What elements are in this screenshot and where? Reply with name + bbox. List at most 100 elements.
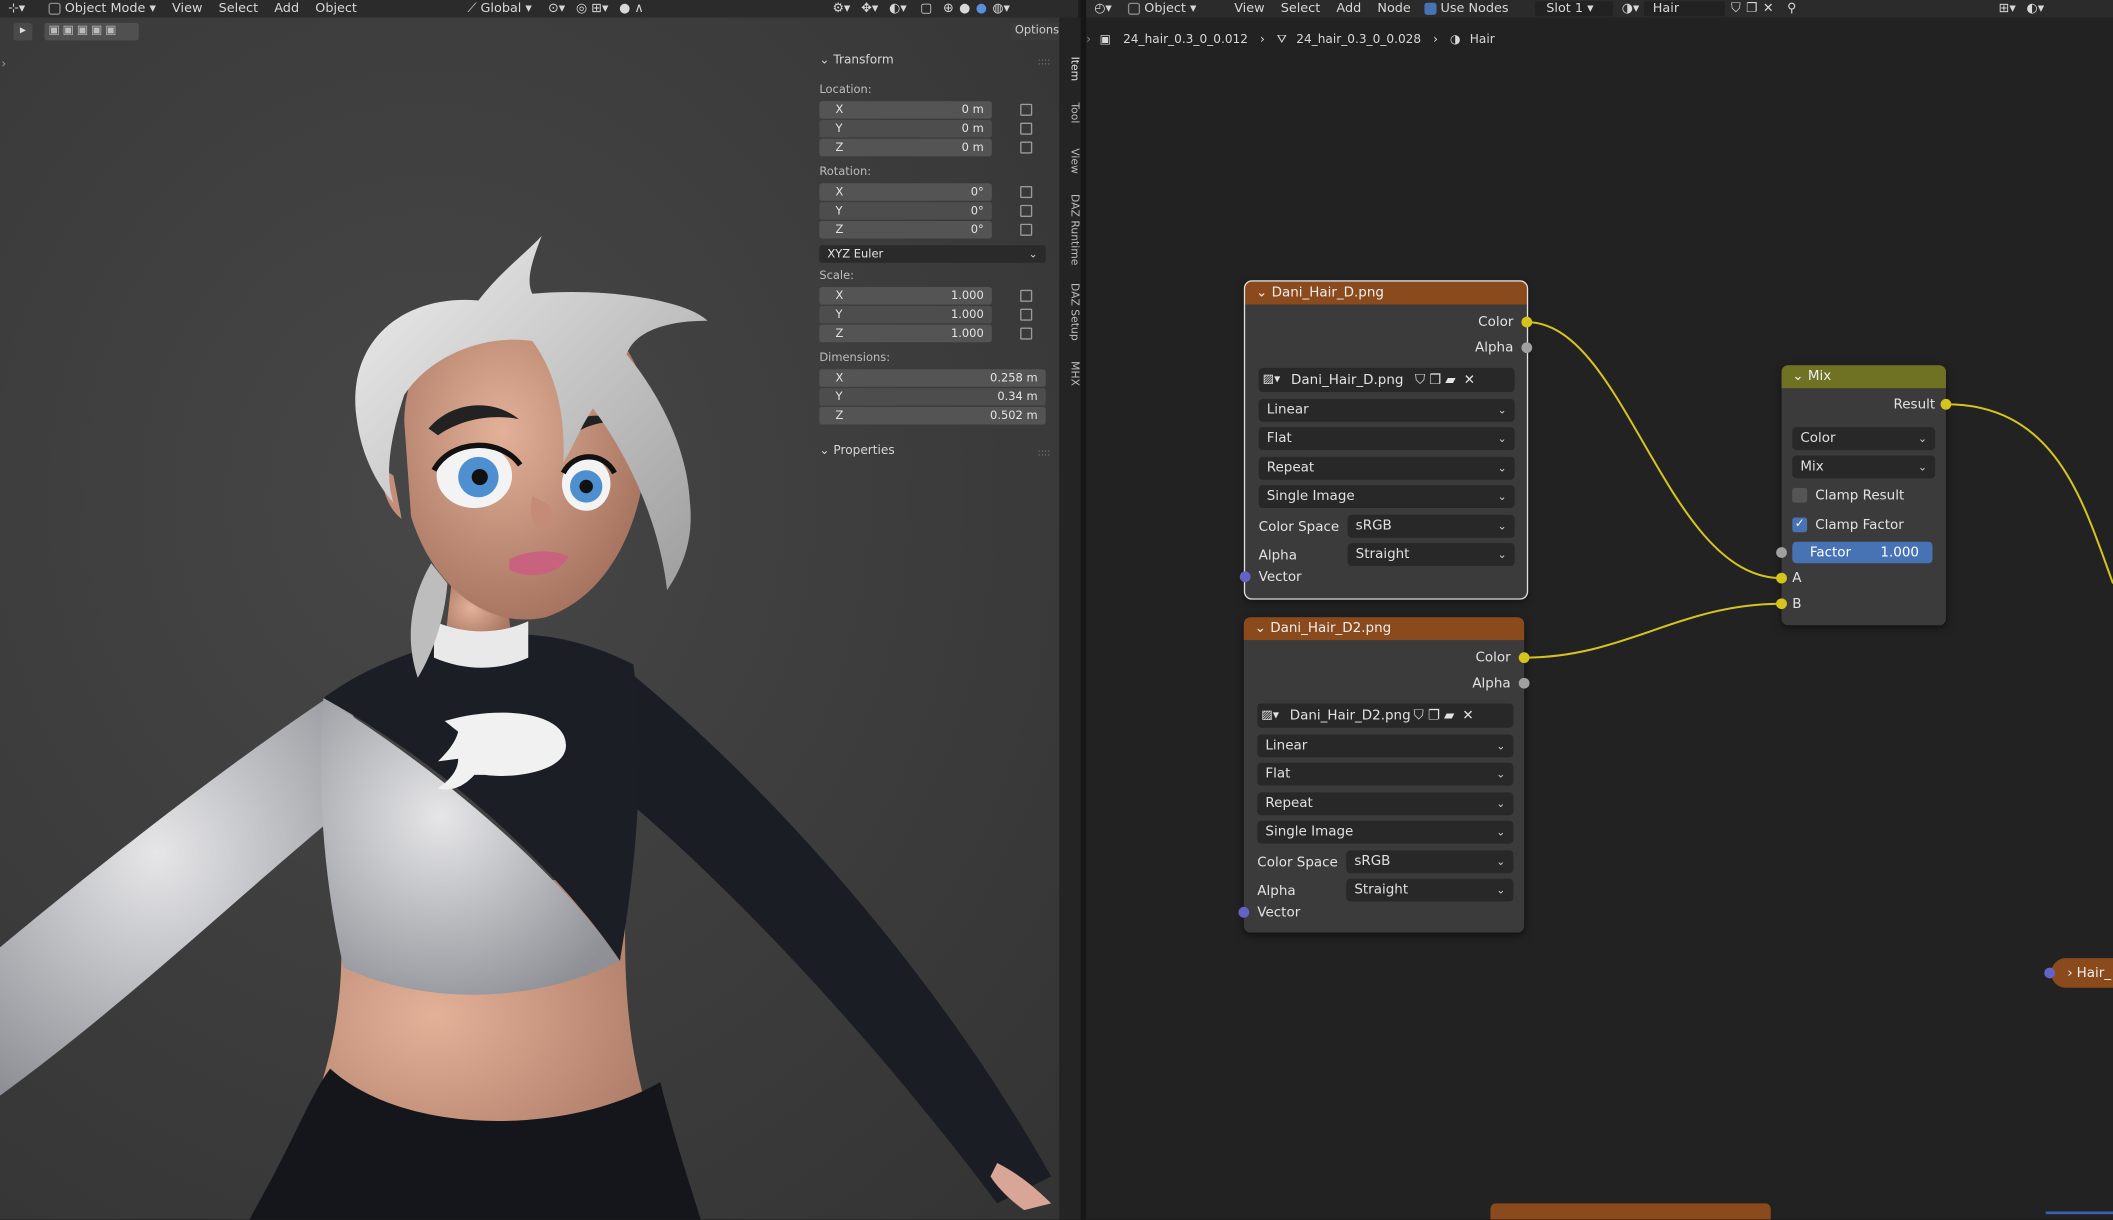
collapse-chevron-icon[interactable]: ⌄ bbox=[1256, 286, 1267, 301]
object-mode-dropdown[interactable]: Object Mode ▾ bbox=[48, 1, 156, 16]
editor-type-icon[interactable]: ⊹▾ bbox=[8, 1, 35, 16]
lock-scale-z-icon[interactable] bbox=[1020, 327, 1033, 340]
location-z-field[interactable]: Z 0 m bbox=[819, 138, 992, 157]
lock-location-z-icon[interactable] bbox=[1020, 141, 1033, 154]
unlink-icon[interactable]: ✕ bbox=[1464, 373, 1475, 388]
partial-node[interactable]: › Hair_ bbox=[2051, 958, 2113, 988]
editor-type-icon[interactable]: ◴▾ bbox=[1094, 1, 1112, 16]
duplicate-icon[interactable]: ❐ bbox=[1746, 1, 1757, 16]
grip-icon[interactable]: :::: bbox=[1038, 447, 1051, 458]
image-selector[interactable]: ▨▾ Dani_Hair_D2.png ⛉ ❐ ▰ ✕ bbox=[1257, 703, 1514, 728]
factor-input-socket[interactable] bbox=[1776, 547, 1787, 558]
lock-scale-x-icon[interactable] bbox=[1020, 289, 1033, 302]
3d-viewport[interactable]: ▸ ▣▣▣▣▣ Options ▾ › bbox=[0, 17, 1079, 1220]
rotation-z-field[interactable]: Z 0° bbox=[819, 221, 992, 239]
image-texture-node[interactable]: ⌄ Dani_Hair_D.png Color Alpha ▨▾ Dani_Ha… bbox=[1239, 280, 1533, 600]
menu-object[interactable]: Object bbox=[315, 1, 357, 16]
material-name-field[interactable]: Hair bbox=[1644, 1, 1726, 17]
menu-add[interactable]: Add bbox=[1336, 1, 1361, 16]
color-output-socket[interactable] bbox=[1518, 652, 1530, 664]
tab-view[interactable]: View bbox=[1062, 148, 1081, 174]
node-header[interactable]: ⌄ Mix bbox=[1781, 365, 1946, 389]
open-folder-icon[interactable]: ▰ bbox=[1445, 373, 1455, 388]
tab-daz-runtime[interactable]: DAZ Runtime bbox=[1062, 194, 1081, 265]
source-dropdown[interactable]: Single Image ⌄ bbox=[1257, 820, 1514, 844]
vector-input-socket[interactable] bbox=[1238, 906, 1250, 918]
menu-select[interactable]: Select bbox=[1281, 1, 1321, 16]
overlay-icon[interactable]: ◐▾ bbox=[889, 1, 907, 16]
image-browse-icon[interactable]: ▨▾ bbox=[1263, 373, 1281, 386]
proportional-edit-icon[interactable]: ● ∧ bbox=[619, 1, 644, 16]
vector-input-socket[interactable] bbox=[1239, 571, 1251, 583]
tab-tool[interactable]: Tool bbox=[1062, 102, 1081, 123]
menu-select[interactable]: Select bbox=[219, 1, 259, 16]
image-texture-node[interactable]: ⌄ Dani_Hair_D2.png Color Alpha ▨▾ Dani_H… bbox=[1238, 617, 1530, 933]
menu-view[interactable]: View bbox=[1234, 1, 1264, 16]
source-dropdown[interactable]: Single Image ⌄ bbox=[1258, 485, 1515, 509]
projection-dropdown[interactable]: Flat ⌄ bbox=[1258, 427, 1515, 451]
clamp-factor-checkbox[interactable]: ✓ Clamp Factor bbox=[1792, 517, 1904, 533]
orientation-dropdown[interactable]: ⟋ Global ▾ bbox=[467, 1, 531, 16]
unlink-icon[interactable]: ✕ bbox=[1763, 1, 1774, 16]
dimensions-y-field[interactable]: Y 0.34 m bbox=[819, 388, 1046, 406]
fake-user-icon[interactable]: ⛉ bbox=[1731, 1, 1741, 16]
lock-rotation-x-icon[interactable] bbox=[1020, 185, 1033, 199]
collapse-chevron-icon[interactable]: ⌄ bbox=[1792, 369, 1803, 384]
lock-location-y-icon[interactable] bbox=[1020, 122, 1033, 135]
shading-solid-icon[interactable]: ● bbox=[959, 1, 970, 16]
menu-add[interactable]: Add bbox=[274, 1, 299, 16]
alpha-output-socket[interactable] bbox=[1518, 677, 1530, 689]
tab-mhx[interactable]: MHX bbox=[1062, 361, 1081, 386]
material-browse-icon[interactable]: ◑▾ bbox=[1622, 1, 1640, 16]
overlay-icon[interactable]: ⊞▾ bbox=[1999, 1, 2016, 16]
scale-y-field[interactable]: Y 1.000 bbox=[819, 305, 992, 324]
snap-icon[interactable]: ◎ ⊞▾ bbox=[576, 1, 608, 16]
duplicate-icon[interactable]: ❐ bbox=[1429, 373, 1441, 388]
color-output-socket[interactable] bbox=[1521, 316, 1533, 328]
rotation-y-field[interactable]: Y 0° bbox=[819, 202, 992, 220]
alpha-mode-dropdown[interactable]: Straight ⌄ bbox=[1346, 878, 1514, 902]
location-x-field[interactable]: X 0 m bbox=[819, 101, 992, 119]
gizmo-icon[interactable]: ◐▾ bbox=[2027, 1, 2045, 16]
factor-slider[interactable]: Factor 1.000 bbox=[1792, 541, 1933, 564]
tab-daz-setup[interactable]: DAZ Setup bbox=[1062, 283, 1081, 341]
menu-view[interactable]: View bbox=[172, 1, 202, 16]
extension-dropdown[interactable]: Repeat ⌄ bbox=[1257, 792, 1514, 816]
collapse-chevron-icon[interactable]: ⌄ bbox=[1255, 621, 1266, 636]
projection-dropdown[interactable]: Flat ⌄ bbox=[1257, 762, 1514, 786]
grip-icon[interactable]: :::: bbox=[1038, 57, 1051, 68]
lock-rotation-y-icon[interactable] bbox=[1020, 204, 1033, 217]
menu-node[interactable]: Node bbox=[1377, 1, 1410, 16]
node-header[interactable]: ⌄ Dani_Hair_D2.png bbox=[1243, 617, 1525, 641]
image-browse-icon[interactable]: ▨▾ bbox=[1261, 709, 1279, 722]
extension-dropdown[interactable]: Repeat ⌄ bbox=[1258, 456, 1515, 480]
scale-z-field[interactable]: Z 1.000 bbox=[819, 324, 992, 343]
visibility-icon[interactable]: ⚙▾ bbox=[832, 1, 850, 16]
location-y-field[interactable]: Y 0 m bbox=[819, 119, 992, 138]
image-name-field[interactable]: Dani_Hair_D.png bbox=[1291, 373, 1410, 388]
interpolation-dropdown[interactable]: Linear ⌄ bbox=[1257, 734, 1514, 758]
image-name-field[interactable]: Dani_Hair_D2.png bbox=[1290, 708, 1411, 723]
alpha-mode-dropdown[interactable]: Straight ⌄ bbox=[1347, 543, 1515, 566]
fake-user-icon[interactable]: ⛉ bbox=[1414, 708, 1424, 723]
interpolation-dropdown[interactable]: Linear ⌄ bbox=[1258, 398, 1515, 422]
shading-material-icon[interactable]: ● bbox=[976, 1, 987, 16]
rotation-x-field[interactable]: X 0° bbox=[819, 183, 992, 201]
rotation-mode-dropdown[interactable]: XYZ Euler ⌄ bbox=[819, 245, 1046, 263]
shading-rendered-icon[interactable]: ◍▾ bbox=[992, 1, 1010, 16]
bottom-node-edge[interactable] bbox=[1490, 1203, 1771, 1220]
slot-dropdown[interactable]: Slot 1 ▾ bbox=[1535, 1, 1614, 17]
color-space-dropdown[interactable]: sRGB ⌄ bbox=[1346, 850, 1514, 874]
node-header[interactable]: ⌄ Dani_Hair_D.png bbox=[1245, 281, 1527, 305]
clamp-result-checkbox[interactable]: Clamp Result bbox=[1792, 487, 1904, 503]
open-folder-icon[interactable]: ▰ bbox=[1444, 708, 1454, 723]
shading-wireframe-icon[interactable]: ⊕ bbox=[943, 1, 954, 16]
lock-rotation-z-icon[interactable] bbox=[1020, 223, 1033, 236]
gizmo-icon[interactable]: ✥▾ bbox=[861, 1, 878, 16]
properties-panel-header[interactable]: ⌄ Properties bbox=[819, 445, 894, 458]
data-type-dropdown[interactable]: Color ⌄ bbox=[1792, 427, 1936, 451]
pivot-icon[interactable]: ⊙▾ bbox=[548, 1, 565, 16]
partial-node-input-socket[interactable] bbox=[2044, 967, 2056, 979]
alpha-output-socket[interactable] bbox=[1521, 342, 1533, 354]
use-nodes-checkbox[interactable]: Use Nodes bbox=[1424, 1, 1509, 16]
